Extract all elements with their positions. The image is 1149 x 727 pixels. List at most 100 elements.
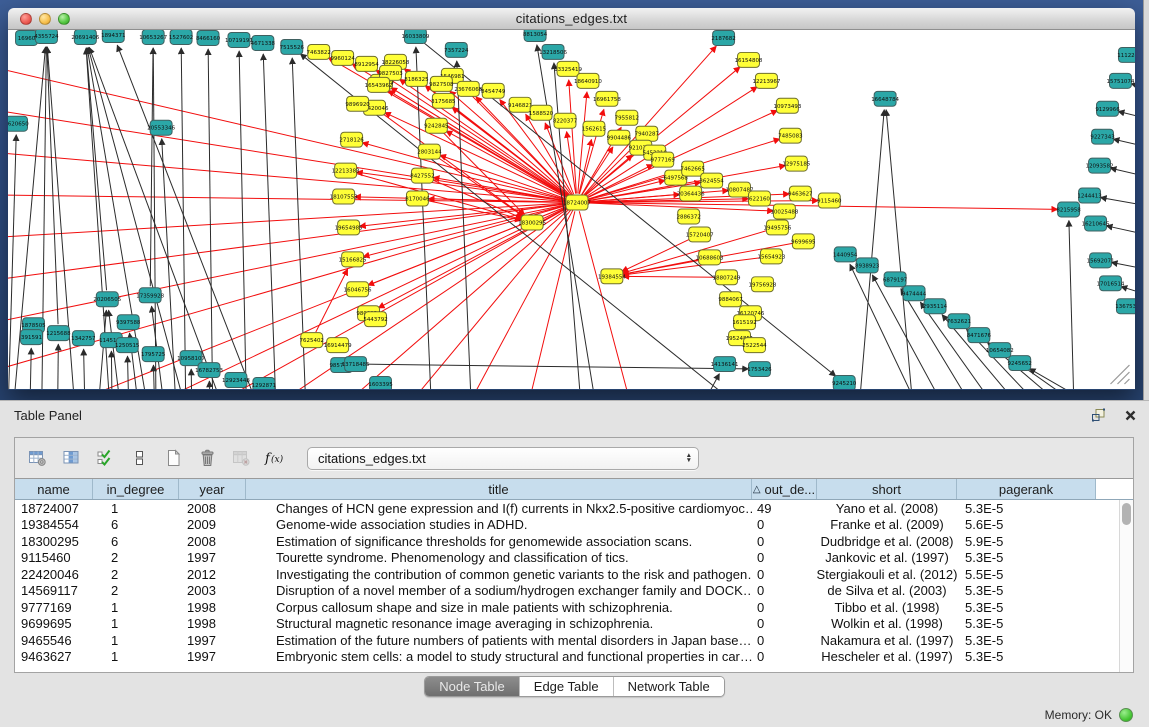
graph-node[interactable]: 2620650	[8, 116, 29, 131]
cell-title[interactable]: Estimation of the future numbers of pati…	[246, 632, 752, 649]
cell-name[interactable]: 18300295	[15, 533, 93, 550]
cell-pagerank[interactable]: 5.3E-5	[957, 500, 1096, 517]
graph-node[interactable]: 7632621	[947, 314, 971, 329]
column-header-out_degree[interactable]: △out_de...	[752, 479, 817, 499]
graph-node[interactable]: 12213383	[332, 163, 360, 178]
cell-out_degree[interactable]: 49	[752, 500, 817, 517]
cell-out_degree[interactable]: 0	[752, 616, 817, 633]
graph-node[interactable]: 15166825	[339, 252, 367, 267]
cell-year[interactable]: 1997	[179, 550, 246, 567]
graph-node[interactable]: 9884067	[718, 292, 743, 307]
graph-node[interactable]: 15720407	[686, 227, 714, 242]
graph-node[interactable]: 7357224	[444, 42, 469, 57]
memory-status-icon[interactable]	[1119, 708, 1133, 722]
graph-node[interactable]: 8813054	[523, 30, 548, 41]
table-selector-dropdown[interactable]: citations_edges.txt ▲▼	[307, 447, 699, 470]
graph-node[interactable]: 17359928	[136, 288, 164, 303]
cell-name[interactable]: 9777169	[15, 599, 93, 616]
graph-node[interactable]: 9227343	[1090, 129, 1115, 144]
cell-year[interactable]: 2012	[179, 566, 246, 583]
tab-edge-table[interactable]: Edge Table	[519, 677, 613, 696]
graph-node[interactable]: 16543962	[365, 77, 393, 92]
graph-node[interactable]: 2718126	[339, 132, 364, 147]
graph-node[interactable]: 10025488	[770, 204, 798, 219]
graph-node[interactable]: 16033809	[402, 30, 430, 43]
network-graph[interactable]: 1696043557242069140618943711065326715276…	[8, 30, 1135, 389]
graph-node[interactable]: 6879197	[883, 272, 908, 287]
graph-node[interactable]: 13218506	[539, 44, 567, 59]
graph-node[interactable]: 7940287	[635, 126, 660, 141]
close-panel-icon[interactable]	[1121, 407, 1139, 423]
table-row[interactable]: 977716911998Corpus callosum shape and si…	[15, 599, 1133, 616]
graph-node[interactable]: 20206505	[93, 292, 121, 307]
cell-short[interactable]: Yano et al. (2008)	[817, 500, 957, 517]
graph-node[interactable]: 1367534	[1115, 299, 1135, 314]
cell-out_degree[interactable]: 0	[752, 599, 817, 616]
graph-node[interactable]: 15692071	[1087, 253, 1115, 268]
graph-node[interactable]: 7955812	[615, 110, 639, 125]
graph-node[interactable]: 1527602	[169, 30, 193, 44]
window-resize-grip-icon[interactable]	[1110, 365, 1129, 384]
graph-node[interactable]: 1603395	[368, 377, 392, 389]
column-header-title[interactable]: title	[246, 479, 752, 499]
graph-node[interactable]: 1562615	[582, 121, 606, 136]
graph-node[interactable]: 10719191	[225, 32, 253, 47]
graph-node[interactable]: 12923448	[222, 373, 250, 388]
graph-node[interactable]: 1795725	[141, 347, 165, 362]
table-row[interactable]: 1830029562008Estimation of significance …	[15, 533, 1133, 550]
graph-node[interactable]: 8454749	[481, 83, 506, 98]
cell-year[interactable]: 1997	[179, 632, 246, 649]
cell-pagerank[interactable]: 5.3E-5	[957, 649, 1096, 666]
cell-short[interactable]: Wolkin et al. (1998)	[817, 616, 957, 633]
graph-node[interactable]: 14136141	[711, 357, 739, 372]
cell-pagerank[interactable]: 5.9E-5	[957, 533, 1096, 550]
graph-node[interactable]: 7625402	[300, 333, 324, 348]
cell-pagerank[interactable]: 5.6E-5	[957, 517, 1096, 534]
graph-node[interactable]: 2522544	[742, 338, 767, 353]
cell-in_degree[interactable]: 6	[93, 517, 179, 534]
graph-node[interactable]: 19384554	[598, 269, 626, 284]
cell-out_degree[interactable]: 0	[752, 566, 817, 583]
graph-node[interactable]: 19654985	[335, 220, 363, 235]
graph-node[interactable]: 9397588	[116, 315, 141, 330]
cell-title[interactable]: Investigating the contribution of common…	[246, 566, 752, 583]
cell-title[interactable]: Genome-wide association studies in ADHD.	[246, 517, 752, 534]
graph-node[interactable]: 10973493	[773, 98, 801, 113]
new-column-icon[interactable]	[159, 445, 187, 471]
function-builder-icon[interactable]: f(x)	[261, 445, 289, 471]
cell-title[interactable]: Corpus callosum shape and size in male p…	[246, 599, 752, 616]
graph-node[interactable]: 9896920	[345, 96, 370, 111]
table-row[interactable]: 2242004622012Investigating the contribut…	[15, 566, 1133, 583]
graph-node[interactable]: 16782753	[195, 363, 223, 378]
column-header-in_degree[interactable]: in_degree	[93, 479, 179, 499]
delete-column-icon[interactable]	[193, 445, 221, 471]
column-header-year[interactable]: year	[179, 479, 246, 499]
graph-node[interactable]: 391591	[21, 330, 43, 345]
graph-node[interactable]: 15654923	[758, 249, 786, 264]
cell-title[interactable]: Changes of HCN gene expression and I(f) …	[246, 500, 752, 517]
cell-short[interactable]: Hescheler et al. (1997)	[817, 649, 957, 666]
cell-year[interactable]: 2009	[179, 517, 246, 534]
graph-node[interactable]: 8471676	[967, 328, 992, 343]
graph-node[interactable]: 9827508	[429, 76, 454, 91]
cell-short[interactable]: Franke et al. (2009)	[817, 517, 957, 534]
graph-node[interactable]: 18107553	[330, 189, 358, 204]
cell-in_degree[interactable]: 1	[93, 500, 179, 517]
graph-canvas[interactable]: 1696043557242069140618943711065326715276…	[8, 30, 1135, 389]
cell-title[interactable]: Embryonic stem cells: a model to study s…	[246, 649, 752, 666]
cell-pagerank[interactable]: 5.3E-5	[957, 632, 1096, 649]
table-mode-icon[interactable]	[125, 445, 153, 471]
table-row[interactable]: 969969511998Structural magnetic resonanc…	[15, 616, 1133, 633]
table-row[interactable]: 946554611997Estimation of the future num…	[15, 632, 1133, 649]
cell-title[interactable]: Disruption of a novel member of a sodium…	[246, 583, 752, 600]
close-window-icon[interactable]	[20, 13, 32, 25]
graph-node[interactable]: 8215958	[1056, 202, 1081, 217]
cell-in_degree[interactable]: 2	[93, 583, 179, 600]
graph-node[interactable]: 17016514	[1097, 276, 1125, 291]
cell-out_degree[interactable]: 0	[752, 550, 817, 567]
cell-short[interactable]: Dudbridge et al. (2008)	[817, 533, 957, 550]
cell-in_degree[interactable]: 2	[93, 566, 179, 583]
graph-node[interactable]: 18640910	[574, 73, 602, 88]
cell-short[interactable]: Stergiakouli et al. (2012)	[817, 566, 957, 583]
cell-out_degree[interactable]: 0	[752, 583, 817, 600]
